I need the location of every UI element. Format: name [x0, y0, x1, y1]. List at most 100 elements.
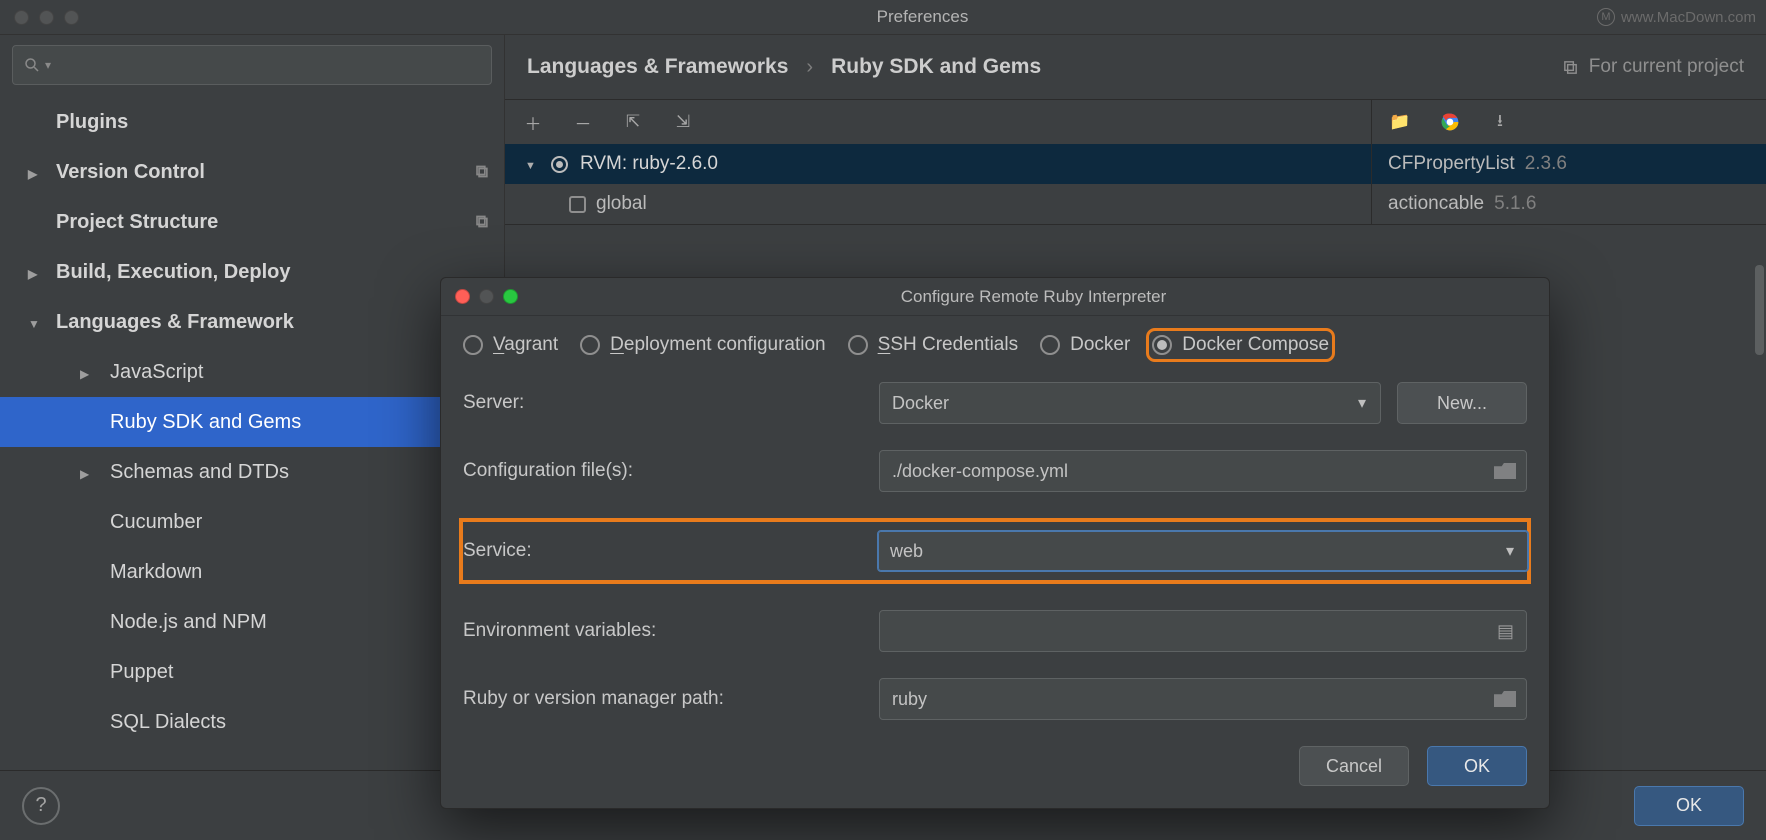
- radio-vagrant[interactable]: Vagrant: [463, 334, 558, 356]
- gemset-checkbox[interactable]: [569, 196, 586, 213]
- sidebar-item-nodejs-npm[interactable]: Node.js and NPM: [0, 597, 504, 647]
- sidebar-item-cucumber[interactable]: Cucumber: [0, 497, 504, 547]
- chrome-icon[interactable]: [1440, 111, 1460, 133]
- folder-icon[interactable]: 📁: [1390, 112, 1410, 132]
- chevron-down-icon[interactable]: [525, 153, 539, 175]
- sidebar-item-label: Schemas and DTDs: [110, 461, 289, 484]
- radio-deployment[interactable]: Deployment configuration: [580, 334, 825, 356]
- zoom-icon[interactable]: [64, 10, 79, 25]
- new-server-button[interactable]: New...: [1397, 382, 1527, 424]
- search-input[interactable]: ▾: [12, 45, 492, 85]
- config-file-field[interactable]: ./docker-compose.yml: [879, 450, 1527, 492]
- scope-text: For current project: [1589, 56, 1744, 78]
- sidebar-item-sql-dialects[interactable]: SQL Dialects: [0, 697, 504, 747]
- remove-icon[interactable]: －: [573, 110, 593, 135]
- preferences-sidebar: ▾ Plugins Version Control⧉ Project Struc…: [0, 35, 505, 770]
- sdk-row[interactable]: RVM: ruby-2.6.0: [505, 144, 1371, 184]
- dialog-form: Server: Docker New... Configuration file…: [463, 382, 1527, 720]
- service-value: web: [890, 541, 923, 562]
- close-icon[interactable]: [14, 10, 29, 25]
- radio-ssh[interactable]: SSH Credentials: [848, 334, 1018, 356]
- minimize-icon[interactable]: [39, 10, 54, 25]
- add-icon[interactable]: ＋: [523, 110, 543, 135]
- ruby-path-value: ruby: [892, 689, 927, 710]
- sdk-list-panel: ＋ － ⇱ ⇲ RVM: ruby-2.6.0 global: [505, 100, 1371, 224]
- minimize-icon: [479, 289, 494, 304]
- scrollbar[interactable]: [1755, 265, 1764, 355]
- sidebar-item-label: SQL Dialects: [110, 711, 226, 734]
- env-vars-label: Environment variables:: [463, 620, 863, 642]
- sidebar-item-label: Node.js and NPM: [110, 611, 267, 634]
- service-dropdown[interactable]: web: [877, 530, 1529, 572]
- sidebar-item-plugins[interactable]: Plugins: [0, 97, 504, 147]
- window-traffic-lights[interactable]: [0, 10, 79, 25]
- watermark-text: www.MacDown.com: [1621, 9, 1756, 26]
- gem-name: actioncable: [1388, 193, 1484, 215]
- ok-button[interactable]: OK: [1634, 786, 1744, 826]
- sidebar-item-schemas-dtds[interactable]: Schemas and DTDs: [0, 447, 504, 497]
- sidebar-item-puppet[interactable]: Puppet: [0, 647, 504, 697]
- dialog-body: Vagrant Deployment configuration SSH Cre…: [441, 316, 1549, 720]
- sidebar-item-label: Markdown: [110, 561, 202, 584]
- gem-row[interactable]: CFPropertyList2.3.6: [1372, 144, 1766, 184]
- radio-docker[interactable]: Docker: [1040, 334, 1130, 356]
- cancel-button[interactable]: Cancel: [1299, 746, 1409, 786]
- sidebar-item-label: JavaScript: [110, 361, 203, 384]
- help-button[interactable]: ?: [22, 787, 60, 825]
- breadcrumb-parent[interactable]: Languages & Frameworks: [527, 55, 788, 79]
- watermark-icon: M: [1597, 8, 1615, 26]
- preferences-titlebar: Preferences M www.MacDown.com: [0, 0, 1766, 35]
- radio-label: Docker Compose: [1182, 334, 1329, 356]
- sidebar-item-javascript[interactable]: JavaScript: [0, 347, 504, 397]
- sdk-toolbar: ＋ － ⇱ ⇲: [505, 100, 1371, 144]
- ok-button[interactable]: OK: [1427, 746, 1527, 786]
- radio-label: Docker: [1070, 334, 1130, 356]
- collapse-all-icon[interactable]: ⇲: [673, 112, 693, 132]
- close-icon[interactable]: [455, 289, 470, 304]
- ruby-path-label: Ruby or version manager path:: [463, 688, 863, 710]
- dialog-footer: Cancel OK: [441, 720, 1549, 808]
- env-vars-field[interactable]: [879, 610, 1527, 652]
- sdk-list[interactable]: RVM: ruby-2.6.0 global: [505, 144, 1371, 224]
- sidebar-item-label: Puppet: [110, 661, 173, 684]
- sidebar-item-version-control[interactable]: Version Control⧉: [0, 147, 504, 197]
- server-label: Server:: [463, 392, 863, 414]
- radio-label: Vagrant: [493, 334, 558, 356]
- sidebar-item-label: Build, Execution, Deploy: [56, 261, 290, 284]
- cancel-label: Cancel: [1326, 756, 1382, 777]
- zoom-icon[interactable]: [503, 289, 518, 304]
- configure-remote-ruby-dialog: Configure Remote Ruby Interpreter Vagran…: [440, 277, 1550, 809]
- sdk-gemset-row[interactable]: global: [505, 184, 1371, 224]
- sidebar-item-label: Ruby SDK and Gems: [110, 411, 301, 434]
- server-value: Docker: [892, 393, 949, 414]
- dialog-traffic-lights[interactable]: [441, 289, 518, 304]
- project-scope-icon: [1562, 59, 1579, 76]
- sidebar-item-label: Cucumber: [110, 511, 202, 534]
- settings-tree[interactable]: Plugins Version Control⧉ Project Structu…: [0, 93, 504, 770]
- project-scope-icon: ⧉: [476, 212, 488, 232]
- gem-version: 2.3.6: [1525, 153, 1567, 175]
- sidebar-item-build-execution[interactable]: Build, Execution, Deploy: [0, 247, 504, 297]
- radio-docker-compose[interactable]: Docker Compose: [1152, 334, 1329, 356]
- sdk-radio[interactable]: [551, 156, 568, 173]
- sidebar-item-project-structure[interactable]: Project Structure⧉: [0, 197, 504, 247]
- gemset-name: global: [596, 193, 647, 215]
- download-icon[interactable]: ⭳: [1490, 108, 1510, 137]
- server-dropdown[interactable]: Docker: [879, 382, 1381, 424]
- sidebar-item-label: Plugins: [56, 111, 128, 134]
- watermark: M www.MacDown.com: [1597, 8, 1756, 26]
- sidebar-item-label: Languages & Framework: [56, 311, 294, 334]
- dialog-titlebar: Configure Remote Ruby Interpreter: [441, 278, 1549, 316]
- chevron-right-icon: ›: [806, 56, 813, 79]
- sidebar-item-label: Version Control: [56, 161, 205, 184]
- sidebar-item-ruby-sdk[interactable]: Ruby SDK and Gems: [0, 397, 504, 447]
- expand-all-icon[interactable]: ⇱: [623, 112, 643, 132]
- sidebar-item-markdown[interactable]: Markdown: [0, 547, 504, 597]
- service-label: Service:: [461, 540, 861, 562]
- ruby-path-field[interactable]: ruby: [879, 678, 1527, 720]
- breadcrumb: Languages & Frameworks › Ruby SDK and Ge…: [505, 35, 1766, 99]
- gem-row[interactable]: actioncable5.1.6: [1372, 184, 1766, 224]
- sidebar-item-languages-frameworks[interactable]: Languages & Framework: [0, 297, 504, 347]
- preferences-title: Preferences: [79, 7, 1766, 27]
- sdk-name: RVM: ruby-2.6.0: [580, 153, 718, 175]
